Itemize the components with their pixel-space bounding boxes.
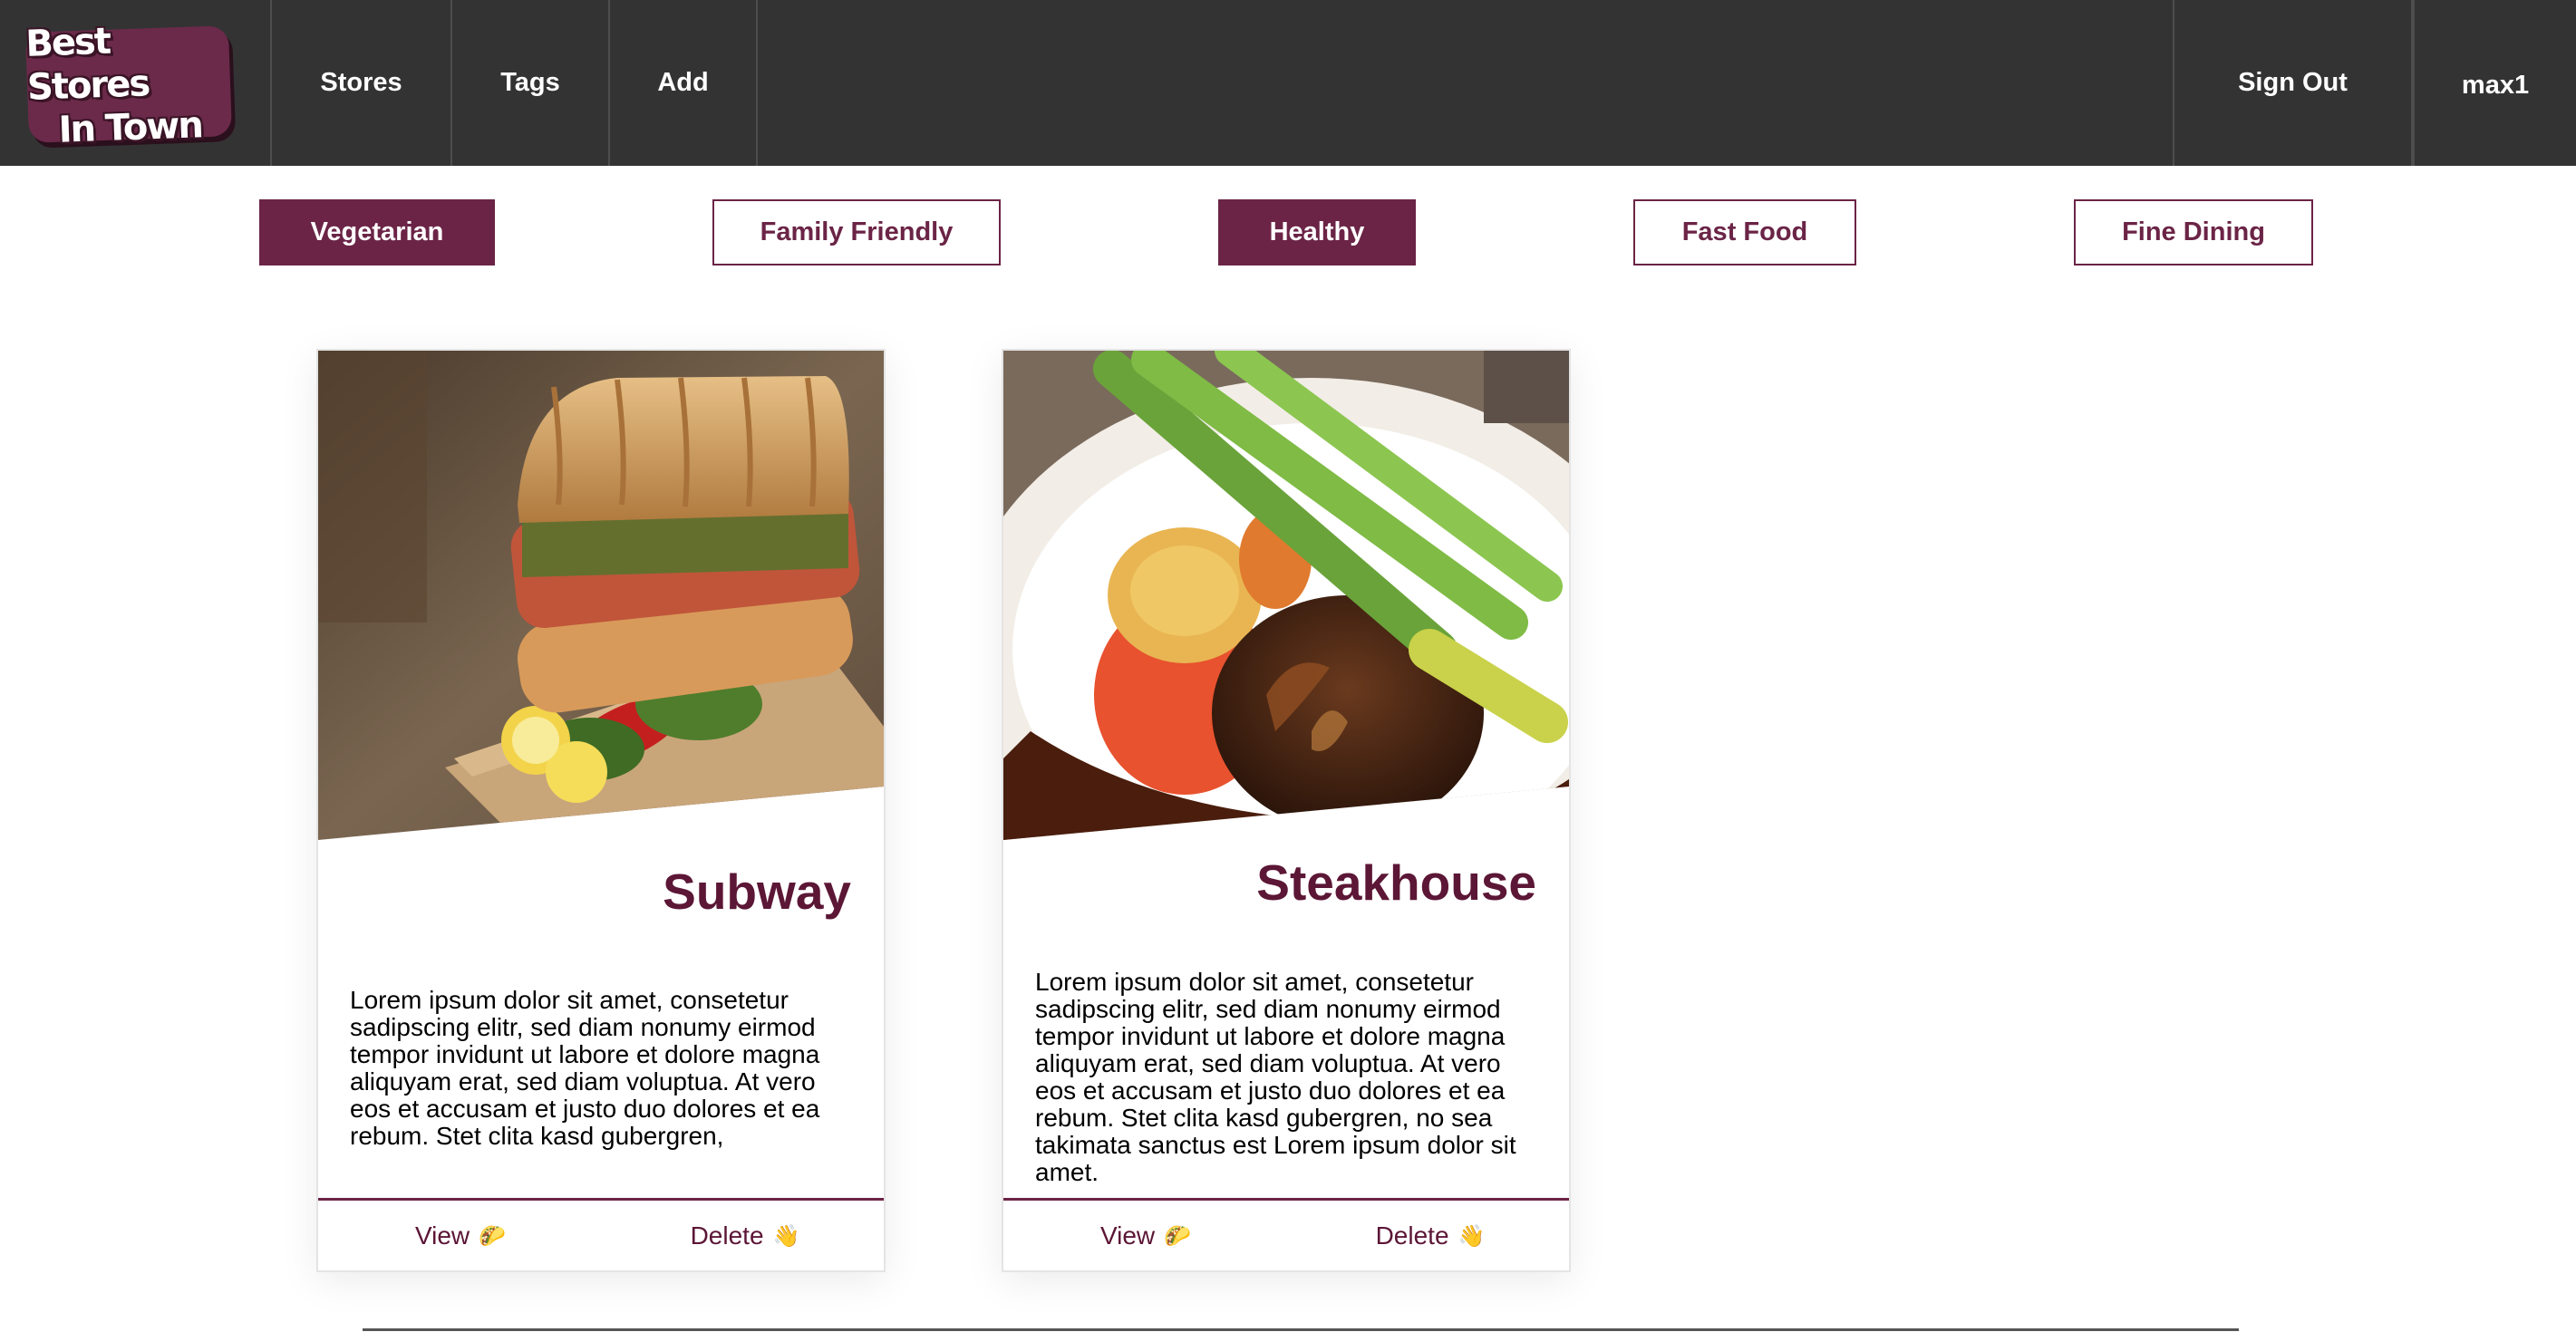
site-logo: Best Stores In Town xyxy=(25,21,233,151)
store-description: Lorem ipsum dolor sit amet, consetetur s… xyxy=(350,986,820,1150)
view-store-link[interactable]: View 🌮 xyxy=(318,1221,603,1250)
store-description: Lorem ipsum dolor sit amet, consetetur s… xyxy=(1035,968,1516,1186)
nav-stores-link[interactable]: Stores xyxy=(272,0,452,166)
card-actions: View 🌮 Delete 👋 xyxy=(318,1198,884,1270)
tag-filter-healthy[interactable]: Healthy xyxy=(1218,199,1416,265)
logo-link[interactable]: Best Stores In Town xyxy=(0,0,272,166)
store-image-subway xyxy=(318,351,886,840)
store-card-steakhouse: Steakhouse Lorem ipsum dolor sit amet, c… xyxy=(1002,349,1571,1272)
nav-add-link[interactable]: Add xyxy=(610,0,758,166)
store-name: Steakhouse xyxy=(1256,854,1536,911)
logo-line-2: In Town xyxy=(57,104,203,151)
tag-filter-fast-food[interactable]: Fast Food xyxy=(1633,199,1856,265)
store-name: Subway xyxy=(663,864,851,920)
tag-filter-vegetarian[interactable]: Vegetarian xyxy=(259,199,495,265)
delete-label: Delete xyxy=(1375,1221,1449,1250)
store-image-steakhouse xyxy=(1003,351,1571,840)
top-nav-bar: Best Stores In Town Stores Tags Add Sign… xyxy=(0,0,2576,166)
view-store-link[interactable]: View 🌮 xyxy=(1003,1221,1288,1250)
tag-filter-family-friendly[interactable]: Family Friendly xyxy=(712,199,1001,265)
sign-out-link[interactable]: Sign Out xyxy=(2173,0,2413,166)
delete-label: Delete xyxy=(690,1221,764,1250)
delete-store-link[interactable]: Delete 👋 xyxy=(1288,1221,1569,1250)
user-account-link[interactable]: max1 xyxy=(2413,0,2576,166)
page-divider xyxy=(363,1328,2239,1331)
tag-filter-fine-dining[interactable]: Fine Dining xyxy=(2074,199,2313,265)
store-card-subway: Subway Lorem ipsum dolor sit amet, conse… xyxy=(316,349,886,1272)
delete-store-link[interactable]: Delete 👋 xyxy=(603,1221,884,1250)
taco-icon: 🌮 xyxy=(1164,1222,1192,1249)
waving-hand-icon: 👋 xyxy=(1457,1222,1486,1249)
card-actions: View 🌮 Delete 👋 xyxy=(1003,1198,1569,1270)
waving-hand-icon: 👋 xyxy=(772,1222,800,1249)
view-label: View xyxy=(1099,1221,1156,1250)
taco-icon: 🌮 xyxy=(479,1222,507,1249)
logo-line-1: Best Stores xyxy=(24,20,150,109)
nav-tags-link[interactable]: Tags xyxy=(452,0,610,166)
view-label: View xyxy=(414,1221,470,1250)
